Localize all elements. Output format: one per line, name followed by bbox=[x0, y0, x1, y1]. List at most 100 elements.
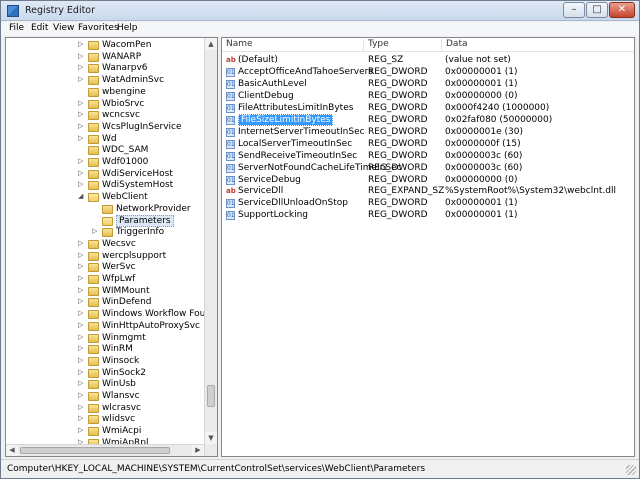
collapsed-arrow-icon[interactable]: ▷ bbox=[92, 227, 100, 235]
collapsed-arrow-icon[interactable]: ▷ bbox=[78, 262, 86, 270]
collapsed-arrow-icon[interactable]: ▷ bbox=[78, 251, 86, 259]
collapsed-arrow-icon[interactable]: ▷ bbox=[78, 297, 86, 305]
collapsed-arrow-icon[interactable]: ▷ bbox=[78, 52, 86, 60]
menu-favorites[interactable]: Favorites bbox=[78, 23, 119, 33]
binary-value-icon: 01 bbox=[226, 91, 235, 101]
value-row[interactable]: 01 SupportLocking REG_DWORD 0x00000001 (1) bbox=[222, 210, 634, 222]
key-tree-pane[interactable]: ▷ WacomPen ▷ WANARP ▷ Wanarpv6 ▷ WatAdminSvc wbe… bbox=[5, 37, 218, 457]
value-row[interactable]: 01 AcceptOfficeAndTahoeServers REG_DWORD 0x… bbox=[222, 67, 634, 79]
values-pane[interactable]: Name Type Data ab (Default) REG_SZ (value n… bbox=[221, 37, 635, 457]
title-bar[interactable]: Registry Editor – □ ✕ bbox=[1, 1, 639, 21]
scroll-down-icon[interactable]: ▼ bbox=[205, 432, 217, 444]
value-type: REG_DWORD bbox=[368, 210, 428, 221]
collapsed-arrow-icon[interactable]: ▷ bbox=[78, 333, 86, 341]
tree-node-label: Wd bbox=[102, 133, 117, 144]
tree-vertical-scrollbar[interactable]: ▲ ▼ bbox=[204, 38, 217, 456]
tree-horizontal-scrollbar[interactable]: ◀ ▶ bbox=[6, 444, 204, 456]
folder-icon bbox=[88, 87, 99, 97]
collapsed-arrow-icon[interactable]: ▷ bbox=[78, 239, 86, 247]
folder-icon bbox=[88, 134, 99, 144]
value-row[interactable]: 01 FileSizeLimitInBytes REG_DWORD 0x02faf08… bbox=[222, 113, 634, 127]
binary-value-icon: 01 bbox=[226, 163, 235, 173]
collapsed-arrow-icon[interactable]: ▷ bbox=[78, 110, 86, 118]
value-row[interactable]: 01 BasicAuthLevel REG_DWORD 0x00000001 (1) bbox=[222, 79, 634, 91]
tree-node-label: WmiAcpi bbox=[102, 426, 142, 437]
collapsed-arrow-icon[interactable]: ▷ bbox=[78, 40, 86, 48]
column-data-header[interactable]: Data bbox=[442, 39, 634, 52]
menu-help[interactable]: Help bbox=[117, 23, 138, 33]
value-name: AcceptOfficeAndTahoeServers bbox=[238, 66, 373, 77]
menu-view[interactable]: View bbox=[53, 23, 74, 33]
folder-icon bbox=[88, 275, 99, 284]
value-name: ClientDebug bbox=[238, 90, 294, 101]
binary-value-icon: 01 bbox=[226, 79, 235, 89]
value-type: REG_DWORD bbox=[368, 162, 428, 173]
collapsed-arrow-icon[interactable]: ▷ bbox=[78, 391, 86, 399]
folder-icon bbox=[88, 193, 99, 203]
value-data: 0x00000001 (1) bbox=[445, 198, 518, 209]
collapsed-arrow-icon[interactable]: ▷ bbox=[78, 134, 86, 142]
folder-icon bbox=[88, 380, 99, 390]
value-name: SupportLocking bbox=[238, 210, 309, 221]
binary-value-icon: 01 bbox=[226, 175, 235, 185]
collapsed-arrow-icon[interactable]: ▷ bbox=[78, 99, 86, 107]
window-title: Registry Editor bbox=[25, 5, 96, 16]
value-data: 0x0000000f (15) bbox=[445, 138, 521, 149]
string-value-icon: ab bbox=[226, 56, 236, 64]
folder-icon bbox=[88, 41, 99, 50]
menu-bar: File Edit View Favorites Help bbox=[1, 22, 639, 36]
value-row[interactable]: 01 InternetServerTimeoutInSec REG_DWORD 0x0… bbox=[222, 127, 634, 139]
collapsed-arrow-icon[interactable]: ▷ bbox=[78, 169, 86, 177]
value-name: ServiceDll bbox=[238, 186, 284, 197]
minimize-button[interactable]: – bbox=[563, 2, 585, 18]
value-row[interactable]: 01 SendReceiveTimeoutInSec REG_DWORD 0x0000… bbox=[222, 151, 634, 163]
collapsed-arrow-icon[interactable]: ▷ bbox=[78, 75, 86, 83]
scroll-left-icon[interactable]: ◀ bbox=[6, 445, 18, 456]
resize-grip-icon[interactable] bbox=[626, 465, 636, 475]
collapsed-arrow-icon[interactable]: ▷ bbox=[78, 63, 86, 71]
folder-icon bbox=[88, 64, 99, 74]
collapsed-arrow-icon[interactable]: ▷ bbox=[78, 356, 86, 364]
tree-node-label: WdiSystemHost bbox=[102, 180, 174, 191]
tree-node-label: Winmgmt bbox=[102, 332, 146, 343]
value-row[interactable]: 01 ServiceDebug REG_DWORD 0x00000000 (0) bbox=[222, 175, 634, 187]
folder-icon bbox=[88, 158, 99, 167]
collapsed-arrow-icon[interactable]: ▷ bbox=[78, 122, 86, 130]
tree-node-label: WinHttpAutoProxySvc bbox=[102, 320, 200, 331]
collapsed-arrow-icon[interactable]: ▷ bbox=[78, 274, 86, 282]
tree-hscroll-thumb[interactable] bbox=[20, 447, 170, 454]
value-row[interactable]: ab ServiceDll REG_EXPAND_SZ %SystemRoot%\Sy… bbox=[222, 186, 634, 198]
value-name: LocalServerTimeoutInSec bbox=[238, 138, 353, 149]
menu-edit[interactable]: Edit bbox=[31, 23, 48, 33]
value-row[interactable]: 01 LocalServerTimeoutInSec REG_DWORD 0x0000… bbox=[222, 139, 634, 151]
collapsed-arrow-icon[interactable]: ▷ bbox=[78, 368, 86, 376]
maximize-button[interactable]: □ bbox=[586, 2, 608, 18]
column-name-header[interactable]: Name bbox=[222, 39, 364, 52]
scroll-up-icon[interactable]: ▲ bbox=[205, 38, 217, 50]
collapsed-arrow-icon[interactable]: ▷ bbox=[78, 321, 86, 329]
close-button[interactable]: ✕ bbox=[609, 2, 635, 18]
collapsed-arrow-icon[interactable]: ▷ bbox=[78, 309, 86, 317]
collapsed-arrow-icon[interactable]: ▷ bbox=[78, 414, 86, 422]
status-bar: Computer\HKEY_LOCAL_MACHINE\SYSTEM\Curre… bbox=[1, 459, 639, 478]
column-type-header[interactable]: Type bbox=[364, 39, 442, 52]
value-row[interactable]: ab (Default) REG_SZ (value not set) bbox=[222, 55, 634, 67]
collapsed-arrow-icon[interactable]: ▷ bbox=[78, 403, 86, 411]
tree-scroll-thumb[interactable] bbox=[207, 384, 215, 407]
collapsed-arrow-icon[interactable]: ▷ bbox=[78, 379, 86, 387]
value-row[interactable]: 01 ServerNotFoundCacheLifeTimeInSec REG_DW… bbox=[222, 163, 634, 175]
collapsed-arrow-icon[interactable]: ▷ bbox=[78, 180, 86, 188]
collapsed-arrow-icon[interactable]: ▷ bbox=[78, 286, 86, 294]
value-row[interactable]: 01 ServiceDllUnloadOnStop REG_DWORD 0x00000… bbox=[222, 198, 634, 210]
status-path: Computer\HKEY_LOCAL_MACHINE\SYSTEM\Curre… bbox=[7, 464, 426, 474]
expanded-arrow-icon[interactable]: ◢ bbox=[78, 192, 86, 200]
tree-node-label: WdiServiceHost bbox=[102, 168, 173, 179]
collapsed-arrow-icon[interactable]: ▷ bbox=[78, 157, 86, 165]
tree-node-label: WIMMount bbox=[102, 285, 150, 296]
value-row[interactable]: 01 ClientDebug REG_DWORD 0x00000000 (0) bbox=[222, 91, 634, 103]
menu-file[interactable]: File bbox=[9, 23, 24, 33]
collapsed-arrow-icon[interactable]: ▷ bbox=[78, 344, 86, 352]
value-name: ServiceDllUnloadOnStop bbox=[238, 198, 348, 209]
collapsed-arrow-icon[interactable]: ▷ bbox=[78, 426, 86, 434]
scroll-right-icon[interactable]: ▶ bbox=[192, 445, 204, 456]
